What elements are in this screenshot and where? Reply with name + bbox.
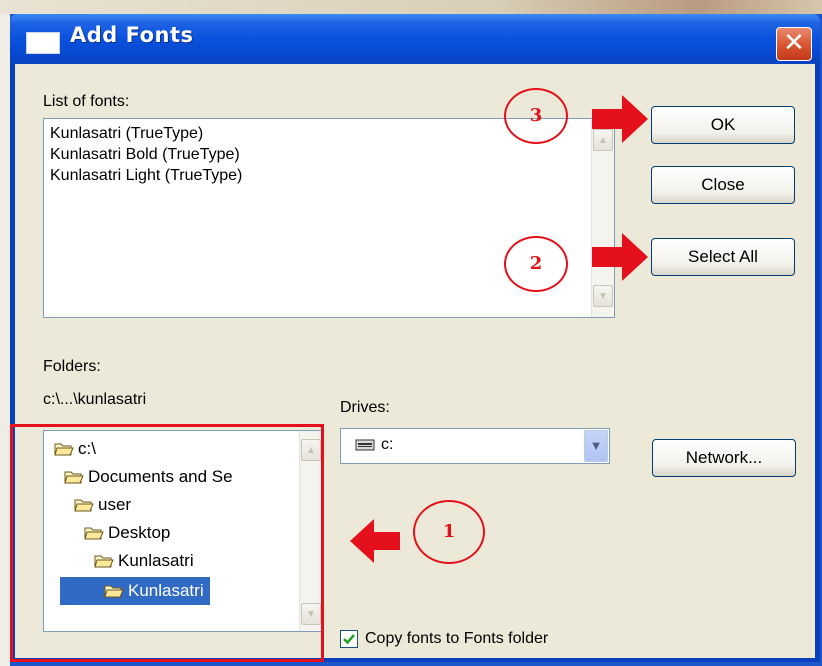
- annotation-step-3: 3: [504, 88, 568, 144]
- arrow-right-icon: [592, 233, 648, 281]
- close-button[interactable]: Close: [651, 166, 795, 204]
- background-left: [0, 14, 10, 666]
- drives-label: Drives:: [340, 399, 390, 416]
- select-all-button[interactable]: Select All: [651, 238, 795, 276]
- add-fonts-dialog: Add Fonts ✕ List of fonts: Kunlasatri (T…: [10, 14, 820, 662]
- background-strip: [0, 0, 822, 14]
- chevron-down-icon[interactable]: ▼: [584, 430, 608, 462]
- network-button[interactable]: Network...: [652, 439, 796, 477]
- highlight-frame-folders: [10, 424, 324, 662]
- scroll-down-icon[interactable]: ▼: [593, 285, 613, 307]
- arrow-left-icon: [350, 519, 400, 563]
- current-folder-path: c:\...\kunlasatri: [43, 391, 147, 408]
- close-icon[interactable]: ✕: [776, 27, 812, 61]
- window-title: Add Fonts: [70, 23, 194, 47]
- annotation-step-1: 1: [413, 500, 485, 564]
- copy-fonts-label: Copy fonts to Fonts folder: [365, 630, 549, 647]
- annotation-step-2: 2: [504, 236, 568, 292]
- folders-label: Folders:: [43, 358, 101, 375]
- dialog-body: List of fonts: Kunlasatri (TrueType) Kun…: [10, 64, 815, 662]
- drives-combobox[interactable]: c: ▼: [340, 428, 610, 464]
- copy-fonts-checkbox[interactable]: [340, 630, 358, 648]
- font-item[interactable]: Kunlasatri Bold (TrueType): [50, 146, 240, 164]
- ok-button[interactable]: OK: [651, 106, 795, 144]
- fonts-list-label: List of fonts:: [43, 93, 130, 110]
- title-bar: Add Fonts ✕: [10, 14, 820, 64]
- drives-value: c:: [381, 436, 394, 453]
- font-item[interactable]: Kunlasatri (TrueType): [50, 125, 203, 143]
- arrow-right-icon: [592, 95, 648, 143]
- fonts-scrollbar[interactable]: ▲ ▼: [591, 119, 614, 317]
- checkmark-icon: [343, 634, 355, 645]
- font-item[interactable]: Kunlasatri Light (TrueType): [50, 167, 242, 185]
- drive-icon: [355, 438, 375, 452]
- window-icon: [26, 32, 60, 54]
